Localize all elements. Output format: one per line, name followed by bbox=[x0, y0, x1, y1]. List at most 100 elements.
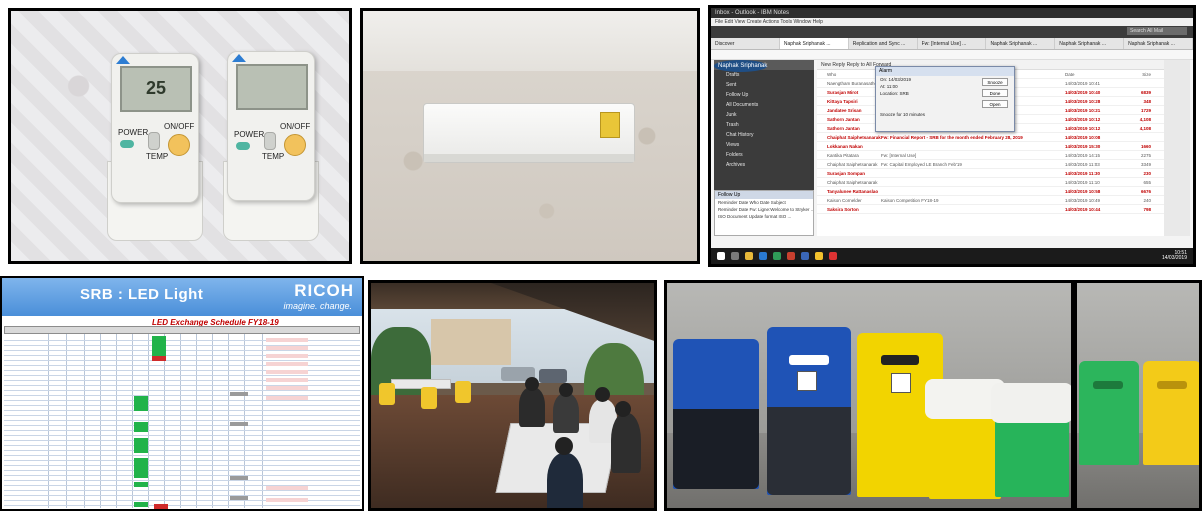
start-icon[interactable] bbox=[717, 252, 725, 260]
message-size: 4,108 bbox=[1139, 117, 1151, 122]
message-date: 14/03/2019 10:41 bbox=[1065, 81, 1101, 86]
open-button[interactable]: Open bbox=[982, 100, 1008, 108]
done-button[interactable]: Done bbox=[982, 89, 1008, 97]
person-head bbox=[555, 437, 573, 455]
person bbox=[553, 393, 579, 433]
tab-fw-internal[interactable]: Fw: [Internal Use] ... bbox=[918, 38, 987, 49]
notes-icon[interactable] bbox=[815, 252, 823, 260]
schedule-note bbox=[266, 346, 308, 350]
outdoor-meeting-photo bbox=[368, 280, 657, 511]
message-who: Naengtham Buranasathorn bbox=[827, 81, 881, 86]
nav-sent[interactable]: Sent bbox=[714, 80, 814, 90]
tab-inbox[interactable]: Naphak Sriphanak ... bbox=[779, 38, 849, 49]
message-who: Jandatee Srisan bbox=[827, 108, 862, 113]
search-input[interactable]: Search All Mail bbox=[1127, 27, 1187, 35]
brand-logo-icon bbox=[116, 56, 130, 64]
schedule-note bbox=[266, 354, 308, 358]
schedule-note bbox=[266, 338, 308, 342]
nav-junk[interactable]: Junk bbox=[714, 110, 814, 120]
remote-right-onoff-label: ON/OFF bbox=[280, 122, 311, 131]
bin-slot bbox=[881, 355, 919, 365]
ac-vent bbox=[424, 154, 634, 162]
schedule-cell-gray bbox=[230, 422, 248, 426]
blue-bin bbox=[767, 327, 851, 495]
browser-icon[interactable] bbox=[759, 252, 767, 260]
ricoh-tagline: imagine. change. bbox=[283, 301, 352, 311]
tab-replication[interactable]: Replication and Sync ... bbox=[849, 38, 918, 49]
snooze-button[interactable]: Snooze bbox=[982, 78, 1008, 86]
schedule-cell-green bbox=[134, 427, 148, 432]
bin-slot bbox=[1157, 381, 1187, 389]
trash-bag bbox=[767, 407, 851, 495]
bin-slot bbox=[1093, 381, 1123, 389]
message-row[interactable]: Chaiphat Saiphetsanarak Fw: Financial Rep… bbox=[817, 133, 1169, 142]
message-row[interactable]: Chaiphat Saiphetsanarak 14/03/2019 11:10 6… bbox=[817, 178, 1169, 187]
message-subject: Fw: Financial Report - SRB for the month… bbox=[881, 135, 1023, 140]
column-size[interactable]: Size bbox=[1121, 70, 1151, 78]
tab-discover[interactable]: Discover bbox=[711, 38, 780, 49]
menu-bar[interactable]: File Edit View Create Actions Tools Wind… bbox=[711, 18, 1193, 26]
toolbar bbox=[711, 26, 1193, 38]
message-row[interactable]: Kantika Pitatara Fw: [Internal Use] 14/03/… bbox=[817, 151, 1169, 160]
message-size: 655 bbox=[1143, 180, 1151, 185]
remote-left-temp-button bbox=[148, 132, 160, 150]
message-date: 14/03/2019 10:58 bbox=[1065, 189, 1101, 194]
presentation-icon[interactable] bbox=[787, 252, 795, 260]
ceiling bbox=[363, 11, 697, 71]
message-size: 798 bbox=[1143, 207, 1151, 212]
message-size bbox=[1121, 79, 1151, 87]
person bbox=[611, 413, 641, 473]
follow-up-row[interactable]: ISO Document Update format ISO ... bbox=[715, 213, 813, 220]
tab-mail-4[interactable]: Naphak Sriphanak ... bbox=[986, 38, 1056, 49]
remote-left-temp-readout: 25 bbox=[146, 78, 167, 98]
message-date: 14/03/2019 11:03 bbox=[1065, 162, 1100, 167]
message-row[interactable]: Lokkanan Nakan 14/03/2019 15:30 1660 bbox=[817, 142, 1169, 151]
schedule-cell-green bbox=[134, 482, 148, 487]
window-title: Inbox - Outlook - IBM Notes bbox=[711, 8, 1193, 18]
yellow-chair bbox=[421, 387, 437, 409]
message-size: 348 bbox=[1143, 99, 1151, 104]
mailbox-owner: Naphak Sriphanak bbox=[714, 60, 768, 72]
follow-up-header: Follow Up bbox=[715, 191, 813, 199]
follow-up-row[interactable]: Reminder Date Fw: Ligne:Welcome to Stryk… bbox=[715, 206, 813, 213]
tab-strip: Discover Naphak Sriphanak ... Replicatio… bbox=[711, 38, 1193, 50]
message-size: 6676 bbox=[1140, 189, 1151, 194]
remote-right-onoff-button bbox=[284, 134, 306, 156]
nav-views[interactable]: Views bbox=[714, 140, 814, 150]
nav-folders[interactable]: Folders bbox=[714, 150, 814, 160]
message-date: 14/03/2019 10:40 bbox=[1065, 90, 1101, 95]
building bbox=[431, 319, 511, 365]
tab-mail-5[interactable]: Naphak Sriphanak ... bbox=[1055, 38, 1125, 49]
search-icon[interactable] bbox=[731, 252, 739, 260]
nav-trash[interactable]: Trash bbox=[714, 120, 814, 130]
column-date[interactable]: Date bbox=[1065, 70, 1121, 78]
nav-chat-history[interactable]: Chat History bbox=[714, 130, 814, 140]
message-who: Chaiphat Saiphetsanarak bbox=[827, 180, 878, 185]
message-date: 14/03/2019 10:49 bbox=[1065, 198, 1101, 203]
message-who: Kittaya Tapsiri bbox=[827, 99, 858, 104]
message-row[interactable]: Saksira Sorton 14/03/2019 10:44 798 bbox=[817, 205, 1169, 214]
srb-title: SRB : LED Light bbox=[80, 286, 204, 303]
column-who[interactable]: Who bbox=[817, 70, 881, 78]
nav-archives[interactable]: Archives bbox=[714, 160, 814, 170]
message-date: 14/03/2019 10:28 bbox=[1065, 99, 1101, 104]
spreadsheet-icon[interactable] bbox=[773, 252, 781, 260]
pdf-icon[interactable] bbox=[829, 252, 837, 260]
message-row[interactable]: Chaiphat Saiphetsanarak Fw: Capital Emplo… bbox=[817, 160, 1169, 169]
message-row[interactable]: Kaison Cornelder Kaison Competition FY18-… bbox=[817, 196, 1169, 205]
tab-mail-6[interactable]: Naphak Sriphanak ... bbox=[1124, 38, 1193, 49]
folder-icon[interactable] bbox=[745, 252, 753, 260]
remote-right-display bbox=[236, 64, 308, 110]
message-date: 14/03/2019 10:12 bbox=[1065, 117, 1101, 122]
nav-all-documents[interactable]: All Documents bbox=[714, 100, 814, 110]
message-size: 240 bbox=[1143, 198, 1151, 203]
message-size: 2275 bbox=[1140, 153, 1151, 158]
message-row[interactable]: Tanyalunee Rattanaslao 14/03/2019 10:58 66… bbox=[817, 187, 1169, 196]
schedule-cell-green bbox=[134, 502, 148, 507]
taskbar-clock: 10:51 14/03/2019 bbox=[1162, 251, 1187, 261]
message-row[interactable]: Surasjan Sompan 14/03/2019 11:30 230 bbox=[817, 169, 1169, 178]
nav-follow-up[interactable]: Follow Up bbox=[714, 90, 814, 100]
word-icon[interactable] bbox=[801, 252, 809, 260]
blue-bin bbox=[673, 339, 759, 489]
remote-left-onoff-label: ON/OFF bbox=[164, 122, 195, 131]
